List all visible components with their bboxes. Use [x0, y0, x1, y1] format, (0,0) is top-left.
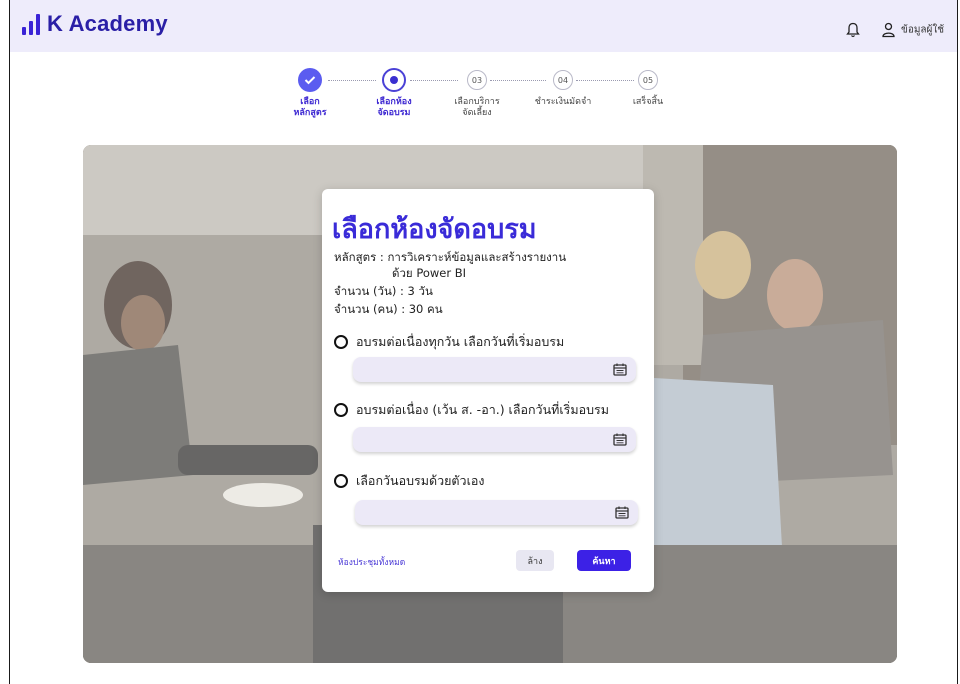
all-rooms-link[interactable]: ห้องประชุมทั้งหมด [338, 555, 405, 569]
option-continuous-daily[interactable]: อบรมต่อเนื่องทุกวัน เลือกวันที่เริ่มอบรม [334, 332, 564, 352]
step-select-catering[interactable]: 03 เลือกบริการ จัดเลี้ยง [437, 68, 517, 119]
calendar-icon[interactable] [615, 506, 629, 519]
brand-logo[interactable]: K Academy [22, 11, 168, 37]
step-label: ชำระเงินมัดจำ [534, 97, 592, 107]
step-label: เลือกห้อง จัดอบรม [376, 97, 412, 118]
option-continuous-weekdays[interactable]: อบรมต่อเนื่อง (เว้น ส. -อา.) เลือกวันที่… [334, 400, 609, 420]
date-input-custom-days[interactable] [355, 500, 638, 525]
search-button[interactable]: ค้นหา [577, 550, 631, 571]
calendar-icon[interactable] [613, 433, 627, 446]
user-profile-link[interactable]: ข้อมูลผู้ใช้ [882, 22, 945, 38]
bar-chart-logo-icon [22, 13, 40, 35]
brand-name: K Academy [47, 11, 168, 36]
date-input-continuous-daily[interactable] [353, 357, 636, 382]
step-label: เลือกบริการ จัดเลี้ยง [454, 97, 500, 118]
days-count: จำนวน (วัน) : 3 วัน [334, 284, 433, 298]
option-label: เลือกวันอบรมด้วยตัวเอง [356, 473, 485, 488]
bell-icon[interactable] [846, 22, 860, 38]
course-name-line2: ด้วย Power BI [392, 266, 467, 280]
step-number: 03 [467, 70, 487, 90]
current-step-icon [382, 68, 406, 92]
step-number: 05 [638, 70, 658, 90]
date-input-continuous-weekdays[interactable] [353, 427, 636, 452]
step-finish[interactable]: 05 เสร็จสิ้น [608, 68, 688, 108]
option-label: อบรมต่อเนื่องทุกวัน เลือกวันที่เริ่มอบรม [356, 334, 565, 349]
step-select-course[interactable]: เลือก หลักสูตร [270, 68, 350, 119]
radio-button[interactable] [334, 335, 348, 349]
check-icon [298, 68, 322, 92]
people-count: จำนวน (คน) : 30 คน [334, 302, 443, 316]
clear-button[interactable]: ล้าง [516, 550, 554, 571]
top-bar: K Academy ข้อมูลผู้ใช้ [10, 0, 957, 52]
user-icon [882, 22, 895, 38]
radio-button[interactable] [334, 403, 348, 417]
dialog-title: เลือกห้องจัดอบรม [332, 214, 537, 245]
step-number: 04 [553, 70, 573, 90]
user-label: ข้อมูลผู้ใช้ [901, 24, 945, 36]
radio-button[interactable] [334, 474, 348, 488]
calendar-icon[interactable] [613, 363, 627, 376]
step-select-room[interactable]: เลือกห้อง จัดอบรม [354, 68, 434, 119]
booking-stepper: เลือก หลักสูตร เลือกห้อง จัดอบรม 03 เลือ… [276, 68, 686, 128]
select-room-dialog: เลือกห้องจัดอบรม หลักสูตร : การวิเคราะห์… [322, 189, 654, 592]
step-label: เสร็จสิ้น [632, 97, 664, 107]
step-label: เลือก หลักสูตร [293, 97, 327, 118]
step-deposit[interactable]: 04 ชำระเงินมัดจำ [523, 68, 603, 108]
option-custom-days[interactable]: เลือกวันอบรมด้วยตัวเอง [334, 471, 484, 491]
option-label: อบรมต่อเนื่อง (เว้น ส. -อา.) เลือกวันที่… [356, 402, 609, 417]
